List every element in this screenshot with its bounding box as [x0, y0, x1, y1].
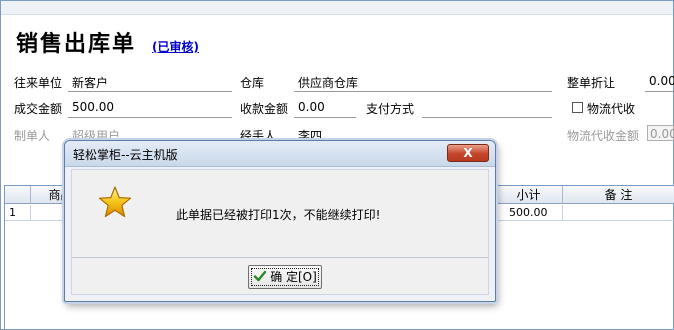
partner-label: 往来单位	[14, 76, 63, 90]
logistics-checkbox[interactable]	[572, 102, 583, 113]
dialog-message: 此单据已经被打印1次，不能继续打印!	[176, 208, 381, 222]
dialog-body: 此单据已经被打印1次，不能继续打印! 确 定[O]	[71, 169, 489, 295]
warehouse-label: 仓库	[240, 76, 265, 90]
received-field[interactable]: 0.00	[298, 100, 325, 114]
amount-field[interactable]: 500.00	[72, 100, 114, 114]
partner-field[interactable]: 新客户	[72, 74, 108, 91]
close-button[interactable]: X	[447, 144, 489, 162]
amount-label: 成交金额	[14, 102, 63, 116]
received-label: 收款金额	[240, 102, 289, 116]
creator-label: 制单人	[14, 129, 51, 143]
status-link[interactable]: (已审核)	[152, 38, 199, 55]
logistics-label: 物流代收	[587, 102, 636, 116]
page-title: 销售出库单	[16, 31, 137, 57]
partner-underline	[68, 91, 232, 92]
dialog-divider	[72, 257, 488, 258]
amount-underline	[68, 117, 232, 118]
check-icon	[253, 270, 267, 282]
grid-col-subtotal[interactable]: 小计	[495, 186, 563, 204]
logistics-amount-field: 0.00	[650, 127, 674, 141]
payment-label: 支付方式	[366, 102, 415, 116]
close-icon: X	[463, 146, 473, 160]
discount-label: 整单折让	[567, 76, 616, 90]
ok-button-label: 确 定[O]	[270, 270, 317, 284]
warehouse-field[interactable]: 供应商仓库	[298, 74, 358, 91]
logistics-amount-box: 0.00	[647, 125, 674, 141]
row-remark[interactable]	[563, 205, 674, 221]
warehouse-underline	[294, 91, 552, 92]
grid-col-remark[interactable]: 备 注	[563, 186, 674, 204]
payment-underline	[422, 117, 552, 118]
alert-dialog: 轻松掌柜--云主机版 X 此单据已经被打印1次，不能继续打印! 确 定[O]	[64, 140, 496, 302]
top-toolbar-strip	[1, 1, 673, 15]
logistics-amount-label: 物流代收金额	[567, 129, 640, 143]
dialog-titlebar[interactable]: 轻松掌柜--云主机版 X	[65, 141, 495, 167]
discount-field[interactable]: 0.00	[649, 74, 674, 88]
grid-index-header	[5, 186, 31, 204]
ok-button[interactable]: 确 定[O]	[248, 265, 322, 289]
row-subtotal[interactable]: 500.00	[505, 205, 563, 221]
row-index: 1	[5, 205, 31, 221]
discount-underline	[645, 91, 674, 92]
dialog-title: 轻松掌柜--云主机版	[73, 148, 178, 162]
received-underline	[294, 117, 356, 118]
star-icon	[98, 186, 132, 218]
